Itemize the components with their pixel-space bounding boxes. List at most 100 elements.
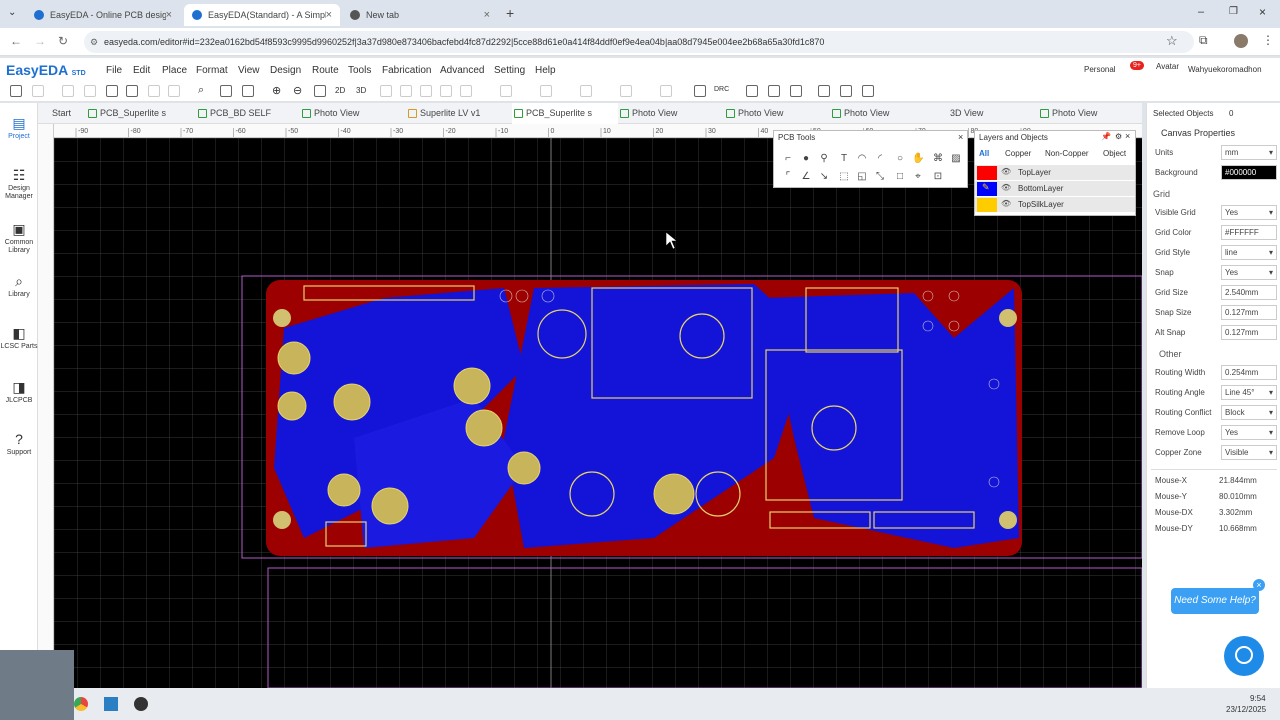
- restore-icon[interactable]: ❐: [1229, 6, 1238, 17]
- browser-tab-new[interactable]: New tab ×: [342, 4, 498, 26]
- url-field[interactable]: ⚙ easyeda.com/editor#id=232ea0162bd54f85…: [84, 31, 1194, 53]
- close-tab-icon[interactable]: ×: [484, 9, 490, 21]
- rotate-icon[interactable]: [660, 85, 672, 97]
- group-icon[interactable]: [540, 85, 552, 97]
- close-tab-icon[interactable]: ×: [326, 9, 332, 21]
- visible-grid-select[interactable]: Yes: [1221, 205, 1277, 220]
- grid-style-select[interactable]: line: [1221, 245, 1277, 260]
- sidebar-item-project[interactable]: ▤ Project: [0, 115, 38, 141]
- routing-width-field[interactable]: 0.254mm: [1221, 365, 1277, 380]
- layer-row-top[interactable]: 👁 TopLayer: [975, 165, 1135, 181]
- gerber-icon[interactable]: [768, 85, 780, 97]
- search-icon[interactable]: ⌕: [198, 84, 204, 97]
- tab-photo-view-2[interactable]: Photo View: [618, 103, 722, 124]
- redo-icon[interactable]: [84, 85, 96, 97]
- fit-view-icon[interactable]: [314, 85, 326, 97]
- remove-loop-select[interactable]: Yes: [1221, 425, 1277, 440]
- pin-icon[interactable]: 📌: [1101, 132, 1111, 141]
- account-selector[interactable]: Personal: [1084, 65, 1116, 74]
- save-icon[interactable]: [10, 85, 22, 97]
- layers-icon[interactable]: [840, 85, 852, 97]
- clear-icon[interactable]: [242, 85, 254, 97]
- text-tool-icon[interactable]: T: [838, 153, 850, 165]
- solid-region-icon[interactable]: ◱: [856, 171, 868, 183]
- tab-pcb-bd-self[interactable]: PCB_BD SELF: [196, 103, 300, 124]
- sidebar-item-jlcpcb[interactable]: ◨ JLCPCB: [0, 379, 38, 405]
- via-tool-icon[interactable]: ⚲: [818, 153, 830, 165]
- back-icon[interactable]: ←: [10, 34, 22, 48]
- teardrop-tool-icon[interactable]: ⊡: [932, 171, 944, 183]
- menu-design[interactable]: Design: [270, 65, 301, 76]
- undo-icon[interactable]: [62, 85, 74, 97]
- close-tab-icon[interactable]: ×: [166, 9, 172, 21]
- browser-tab-editor[interactable]: EasyEDA(Standard) - A Simple a ×: [184, 4, 340, 26]
- tab-start[interactable]: Start: [38, 103, 86, 124]
- bookmark-star-icon[interactable]: ☆: [1166, 33, 1178, 49]
- chat-button[interactable]: [1224, 636, 1264, 676]
- connect-tool-icon[interactable]: ↘: [818, 171, 830, 183]
- pad-tool-icon[interactable]: ●: [800, 153, 812, 165]
- drc-button[interactable]: DRC: [714, 86, 729, 93]
- menu-view[interactable]: View: [238, 65, 260, 76]
- layer-tab-all[interactable]: All: [979, 149, 989, 158]
- zoom-out-icon[interactable]: ⊖: [293, 84, 302, 97]
- pcb-canvas[interactable]: [54, 138, 1142, 688]
- notification-badge[interactable]: 9+: [1130, 61, 1144, 70]
- grid-size-field[interactable]: 2.540mm: [1221, 285, 1277, 300]
- site-info-icon[interactable]: ⚙: [90, 31, 98, 53]
- snap-size-field[interactable]: 0.127mm: [1221, 305, 1277, 320]
- eye-icon[interactable]: 👁: [1001, 183, 1011, 192]
- zoom-in-icon[interactable]: ⊕: [272, 84, 281, 97]
- ungroup-icon[interactable]: [580, 85, 592, 97]
- close-icon[interactable]: ×: [958, 132, 963, 142]
- username[interactable]: Wahyuekoromadhon: [1188, 65, 1262, 74]
- paste-icon[interactable]: [126, 85, 138, 97]
- sidebar-item-common-library[interactable]: ▣ Common Library: [0, 221, 38, 255]
- square-tool-icon[interactable]: □: [894, 171, 906, 183]
- tab-photo-view-4[interactable]: Photo View: [830, 103, 934, 124]
- sidebar-item-library[interactable]: ⌕ Library: [0, 273, 38, 299]
- circle-tool-icon[interactable]: ○: [894, 153, 906, 165]
- menu-setting[interactable]: Setting: [494, 65, 525, 76]
- minimize-icon[interactable]: –: [1198, 6, 1204, 18]
- view-2d-button[interactable]: 2D: [335, 86, 345, 95]
- reload-icon[interactable]: ↻: [58, 34, 68, 48]
- app-taskbar-icon[interactable]: [104, 697, 118, 711]
- tab-photo-view-1[interactable]: Photo View: [300, 103, 404, 124]
- cut-icon[interactable]: [148, 85, 160, 97]
- tab-photo-view-5[interactable]: Photo View: [1038, 103, 1142, 124]
- layer-row-topsilk[interactable]: 👁 TopSilkLayer: [975, 197, 1135, 213]
- routing-conflict-select[interactable]: Block: [1221, 405, 1277, 420]
- tab-pcb-superlite-1[interactable]: PCB_Superlite s: [86, 103, 196, 124]
- copy-icon[interactable]: [106, 85, 118, 97]
- pcb-canvas-svg[interactable]: [54, 138, 1142, 688]
- browser-tab-easyeda-home[interactable]: EasyEDA - Online PCB design & ×: [26, 4, 180, 26]
- eye-icon[interactable]: 👁: [1001, 167, 1011, 176]
- tab-3d-view[interactable]: 3D View: [936, 103, 1040, 124]
- find-similar-icon[interactable]: [220, 85, 232, 97]
- menu-help[interactable]: Help: [535, 65, 556, 76]
- snap-select[interactable]: Yes: [1221, 265, 1277, 280]
- chrome-taskbar-icon[interactable]: [74, 697, 88, 711]
- copper-area-tool-icon[interactable]: ⌘: [932, 153, 944, 165]
- layer-color-swatch[interactable]: [977, 198, 997, 212]
- distribute-icon[interactable]: [500, 85, 512, 97]
- sidebar-item-lcsc[interactable]: ◧ LCSC Parts: [0, 325, 38, 351]
- arc-tool-2-icon[interactable]: ◜: [874, 153, 886, 165]
- align-left-icon[interactable]: [380, 85, 392, 97]
- menu-fabrication[interactable]: Fabrication: [382, 65, 431, 76]
- origin-tool-icon[interactable]: ⌖: [912, 171, 924, 183]
- layer-color-swatch[interactable]: [977, 166, 997, 180]
- delete-icon[interactable]: [168, 85, 180, 97]
- view-3d-button[interactable]: 3D: [356, 86, 366, 95]
- menu-edit[interactable]: Edit: [133, 65, 150, 76]
- menu-route[interactable]: Route: [312, 65, 339, 76]
- lock-icon[interactable]: [620, 85, 632, 97]
- layer-tab-object[interactable]: Object: [1103, 149, 1126, 158]
- image-icon[interactable]: [818, 85, 830, 97]
- forward-icon[interactable]: →: [34, 34, 46, 48]
- line-tool-icon[interactable]: ∠: [800, 171, 812, 183]
- menu-tools[interactable]: Tools: [348, 65, 371, 76]
- image-tool-icon[interactable]: ▨: [950, 153, 962, 165]
- layer-row-bottom[interactable]: ✎ 👁 BottomLayer: [975, 181, 1135, 197]
